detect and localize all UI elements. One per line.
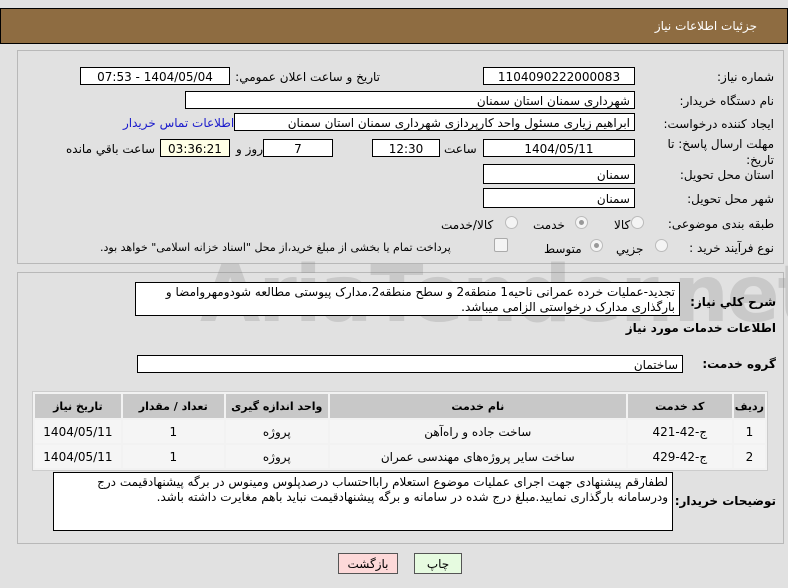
remaining-time-field: 03:36:21: [160, 139, 230, 157]
process-label: نوع فرآیند خرید :: [689, 241, 774, 255]
cell-quantity: 1: [122, 445, 224, 468]
col-quantity: تعداد / مقدار: [122, 394, 224, 418]
treasury-payment-checkbox[interactable]: [494, 238, 508, 252]
contact-buyer-link[interactable]: اطلاعات تماس خریدار: [123, 116, 234, 130]
category-option-service: خدمت: [533, 218, 565, 232]
need-number-field: 1104090222000083: [483, 67, 635, 85]
category-radio-service[interactable]: [575, 216, 588, 229]
service-group-field: ساختمان: [137, 355, 683, 373]
cell-quantity: 1: [122, 420, 224, 443]
cell-service-code: ج-42-429: [627, 445, 732, 468]
col-service-name: نام خدمت: [329, 394, 626, 418]
category-radio-goods-service[interactable]: [505, 216, 518, 229]
deadline-date-field: 1404/05/11: [483, 139, 635, 157]
cell-need-date: 1404/05/11: [35, 445, 121, 468]
print-button[interactable]: چاپ: [414, 553, 462, 574]
cell-service-name: ساخت سایر پروژه‌های مهندسی عمران: [329, 445, 626, 468]
col-unit: واحد اندازه گیری: [225, 394, 328, 418]
payment-note: پرداخت تمام یا بخشی از مبلغ خرید،از محل …: [100, 241, 451, 254]
cell-row-number: 1: [733, 420, 765, 443]
service-group-label: گروه خدمت:: [702, 357, 776, 371]
process-option-medium: متوسط: [544, 242, 582, 256]
page-title: جزئیات اطلاعات نیاز: [654, 19, 757, 33]
cell-unit: پروژه: [225, 445, 328, 468]
buyer-notes-textarea[interactable]: لطفارقم پیشنهادی جهت اجرای عملیات موضوع …: [53, 472, 673, 531]
back-button[interactable]: بازگشت: [338, 553, 398, 574]
cell-row-number: 2: [733, 445, 765, 468]
province-field: سمنان: [483, 164, 635, 184]
category-radio-goods[interactable]: [631, 216, 644, 229]
table-header-row: ردیف کد خدمت نام خدمت واحد اندازه گیری ت…: [35, 394, 765, 418]
col-need-date: تاریخ نیاز: [35, 394, 121, 418]
creator-label: ایجاد کننده درخواست:: [663, 117, 774, 131]
cell-service-code: ج-42-421: [627, 420, 732, 443]
days-field: 7: [263, 139, 333, 157]
page-header: جزئیات اطلاعات نیاز: [0, 8, 788, 44]
category-label: طبقه بندی موضوعی:: [667, 217, 774, 231]
col-service-code: کد خدمت: [627, 394, 732, 418]
process-radio-medium[interactable]: [590, 239, 603, 252]
services-section-title: اطلاعات خدمات مورد نیاز: [625, 321, 776, 335]
table-row: 1 ج-42-421 ساخت جاده و راه‌آهن پروژه 1 1…: [35, 420, 765, 443]
cell-service-name: ساخت جاده و راه‌آهن: [329, 420, 626, 443]
creator-field: ابراهیم زیاری مسئول واحد کارپردازی شهردا…: [234, 113, 635, 131]
buyer-org-field: شهرداری سمنان استان سمنان: [185, 91, 635, 109]
announce-label: تاریخ و ساعت اعلان عمومي:: [235, 70, 380, 84]
process-option-minor: جزیي: [616, 242, 644, 256]
services-table: ردیف کد خدمت نام خدمت واحد اندازه گیری ت…: [32, 391, 768, 471]
category-option-goods-service: کالا/خدمت: [441, 218, 494, 232]
description-label: شرح کلي نیاز:: [690, 295, 776, 309]
province-label: استان محل تحویل:: [679, 168, 774, 182]
col-row-number: ردیف: [733, 394, 765, 418]
remaining-label: ساعت باقي مانده: [66, 142, 156, 156]
days-label: روز و: [236, 142, 263, 156]
description-textarea[interactable]: تجدید-عملیات خرده عمرانی ناحیه1 منطقه2 و…: [135, 282, 680, 316]
process-radio-minor[interactable]: [655, 239, 668, 252]
deadline-time-field: 12:30: [372, 139, 440, 157]
deadline-label: مهلت ارسال پاسخ: تا تاریخ:: [667, 137, 774, 167]
buyer-notes-label: توضیحات خریدار:: [674, 494, 776, 508]
need-number-label: شماره نیاز:: [717, 70, 774, 84]
city-label: شهر محل تحویل:: [687, 192, 774, 206]
cell-need-date: 1404/05/11: [35, 420, 121, 443]
cell-unit: پروژه: [225, 420, 328, 443]
buyer-org-label: نام دستگاه خریدار:: [679, 94, 775, 108]
city-field: سمنان: [483, 188, 635, 208]
category-option-goods: کالا: [614, 218, 631, 232]
announce-field: 1404/05/04 - 07:53: [80, 67, 230, 85]
table-row: 2 ج-42-429 ساخت سایر پروژه‌های مهندسی عم…: [35, 445, 765, 468]
time-label: ساعت: [444, 142, 477, 156]
